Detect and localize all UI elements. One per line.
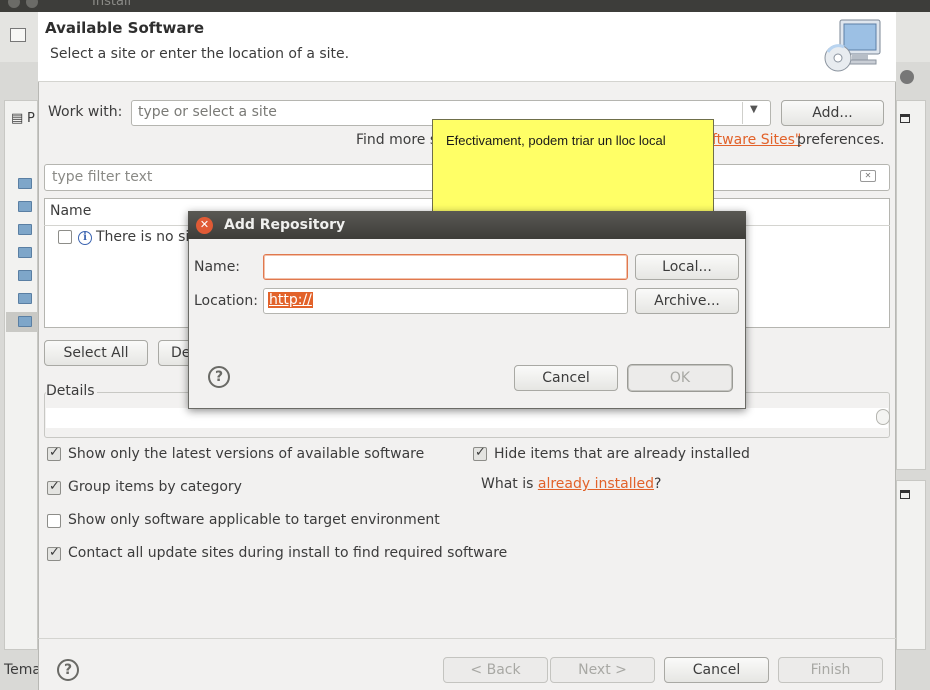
combo-separator [742, 102, 743, 124]
contact-all-label[interactable]: Contact all update sites during install … [68, 545, 507, 561]
find-more-suffix: preferences. [797, 132, 885, 148]
maximize-icon[interactable] [900, 114, 910, 123]
cancel-button[interactable]: Cancel [664, 657, 769, 683]
help-icon[interactable]: ? [57, 659, 79, 681]
filter-placeholder: type filter text [52, 169, 153, 185]
location-field[interactable]: http:// [263, 288, 628, 314]
folder-icon[interactable] [18, 224, 32, 235]
add-site-button[interactable]: Add... [781, 100, 884, 126]
already-installed-link[interactable]: already installed [538, 476, 654, 492]
next-button[interactable]: Next > [550, 657, 655, 683]
find-more-prefix: Find more s [356, 132, 438, 148]
folder-icon[interactable] [18, 247, 32, 258]
latest-versions-label[interactable]: Show only the latest versions of availab… [68, 446, 424, 462]
hide-installed-checkbox[interactable] [473, 445, 487, 461]
group-by-category-checkbox[interactable] [47, 479, 61, 495]
archive-button[interactable]: Archive... [635, 288, 739, 314]
perspective-icon[interactable] [900, 70, 914, 84]
what-is-text: What is already installed? [481, 476, 661, 492]
background-window-title: Install [92, 0, 132, 9]
info-icon: i [78, 231, 92, 245]
folder-icon[interactable] [18, 316, 32, 327]
callout-text: Efectivament, podem triar un lloc local [446, 133, 666, 148]
folder-icon[interactable] [18, 178, 32, 189]
details-scroll-knob[interactable] [876, 409, 890, 425]
add-repository-title: Add Repository [224, 217, 346, 233]
panel-tab-icon[interactable]: ▤ [11, 111, 23, 126]
clear-filter-icon[interactable]: ✕ [860, 170, 876, 182]
group-by-category-label[interactable]: Group items by category [68, 479, 242, 495]
work-with-label: Work with: [48, 104, 123, 120]
work-with-placeholder: type or select a site [138, 104, 277, 120]
hide-installed-label[interactable]: Hide items that are already installed [494, 446, 750, 462]
contact-all-checkbox[interactable] [47, 545, 61, 561]
folder-icon[interactable] [18, 293, 32, 304]
footer-separator [38, 638, 896, 639]
location-label: Location: [194, 293, 258, 309]
local-button[interactable]: Local... [635, 254, 739, 280]
target-env-label[interactable]: Show only software applicable to target … [68, 512, 440, 528]
details-label: Details [46, 383, 97, 399]
location-field-value: http:// [268, 292, 313, 308]
background-status-text: Tema [4, 662, 42, 678]
help-icon[interactable]: ? [208, 366, 230, 388]
maximize-icon[interactable] [900, 490, 910, 499]
panel-tab-label[interactable]: P [27, 111, 35, 126]
folder-icon[interactable] [18, 201, 32, 212]
table-row: There is no sit [96, 229, 195, 245]
install-software-icon [824, 19, 881, 72]
repo-cancel-button[interactable]: Cancel [514, 365, 618, 391]
folder-icon[interactable] [18, 270, 32, 281]
background-titlebar [0, 0, 930, 12]
what-is-prefix: What is [481, 476, 538, 492]
finish-button[interactable]: Finish [778, 657, 883, 683]
name-label: Name: [194, 259, 241, 275]
column-name[interactable]: Name [50, 203, 91, 219]
repo-ok-button[interactable]: OK [628, 365, 732, 391]
target-env-checkbox[interactable] [47, 514, 61, 528]
what-is-suffix: ? [654, 476, 662, 492]
name-field[interactable] [263, 254, 628, 280]
dropdown-arrow-icon[interactable]: ▼ [750, 104, 758, 115]
name-field-value [264, 261, 276, 267]
latest-versions-checkbox[interactable] [47, 445, 61, 461]
close-icon[interactable]: ✕ [196, 217, 213, 234]
row-checkbox[interactable] [58, 230, 72, 244]
details-text-area[interactable] [46, 408, 888, 428]
available-sites-link[interactable]: ftware Sites" [712, 132, 801, 148]
right-panel [896, 100, 926, 470]
page-subtitle: Select a site or enter the location of a… [50, 46, 350, 62]
right-panel-lower [896, 480, 926, 650]
new-wizard-icon[interactable] [10, 28, 26, 42]
page-title: Available Software [45, 19, 205, 37]
back-button[interactable]: < Back [443, 657, 548, 683]
select-all-button[interactable]: Select All [44, 340, 148, 366]
